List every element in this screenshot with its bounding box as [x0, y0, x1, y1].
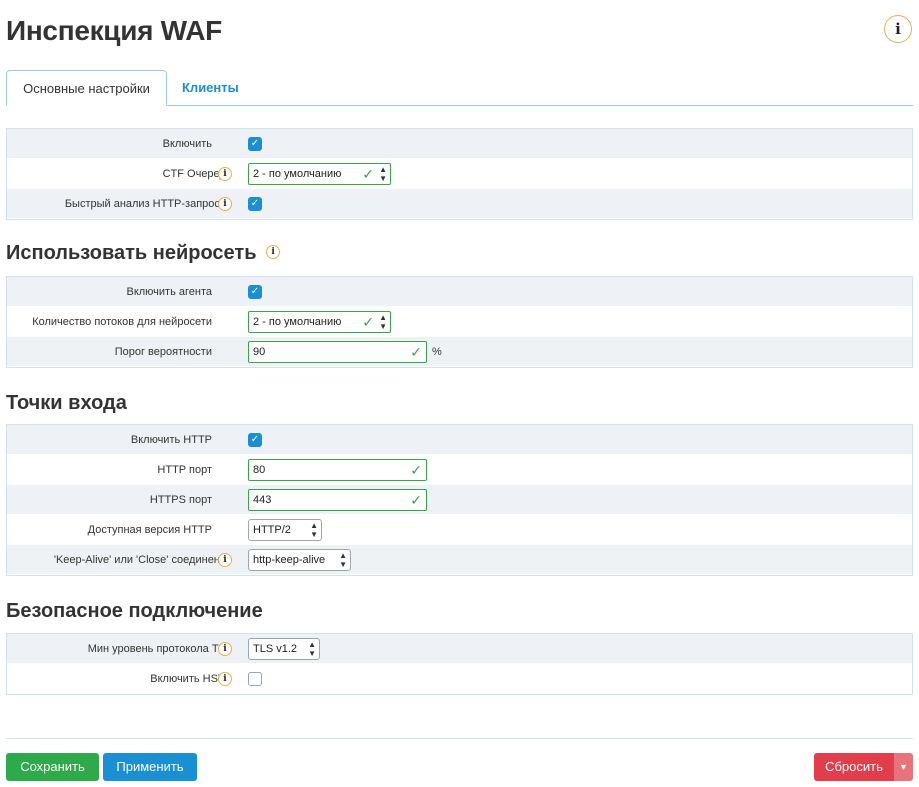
reset-button[interactable]: Сбросить — [814, 753, 894, 781]
ctf-queues-value: 2 - по умолчанию — [253, 168, 342, 180]
ctf-queues-select[interactable]: 2 - по умолчанию ✓ ▲ ▼ — [248, 163, 391, 185]
reset-dropdown-caret-icon[interactable]: ▼ — [894, 753, 913, 781]
tab-bar: Основные настройки Клиенты — [6, 70, 913, 106]
threshold-input[interactable]: 90 ✓ — [248, 341, 427, 363]
updown-icon: ▲ ▼ — [379, 313, 387, 331]
keepalive-select[interactable]: http-keep-alive ▲ ▼ — [248, 549, 351, 571]
secure-section: Мин уровень протокола TLS i TLS v1.2 ▲ ▼ … — [6, 633, 913, 695]
hsts-row: Включить HSTS i — [7, 664, 912, 694]
keepalive-value: http-keep-alive — [253, 554, 326, 566]
enable-label: Включить — [162, 138, 212, 150]
apply-button[interactable]: Применить — [103, 753, 197, 781]
info-icon[interactable]: i — [218, 553, 232, 567]
fast-http-label: Быстрый анализ HTTP-запросов — [64, 198, 232, 210]
info-icon[interactable]: i — [218, 197, 232, 211]
entry-section: Включить HTTP ✓ HTTP порт 80 ✓ HTTPS пор… — [6, 424, 913, 576]
threads-value: 2 - по умолчанию — [253, 316, 342, 328]
tls-value: TLS v1.2 — [253, 643, 298, 655]
updown-icon: ▲ ▼ — [339, 551, 347, 569]
threshold-unit: % — [432, 346, 442, 358]
page-title: Инспекция WAF — [6, 15, 222, 46]
enable-agent-label: Включить агента — [126, 286, 212, 298]
fast-http-checkbox[interactable]: ✓ — [248, 197, 262, 211]
https-port-label: HTTPS порт — [149, 494, 212, 506]
secure-section-title: Безопасное подключение — [6, 600, 263, 622]
enable-http-row: Включить HTTP ✓ — [7, 425, 912, 455]
https-port-row: HTTPS порт 443 ✓ — [7, 485, 912, 515]
neural-section-title: Использовать нейросеть i — [6, 242, 281, 265]
http-port-value: 80 — [253, 464, 266, 476]
https-port-value: 443 — [253, 494, 272, 506]
general-settings-section: Включить ✓ CTF Очереди i 2 - по умолчани… — [6, 128, 913, 220]
tab-clients[interactable]: Клиенты — [168, 70, 253, 106]
keepalive-row: 'Keep-Alive' или 'Close' соединения i ht… — [7, 545, 912, 575]
check-icon: ✓ — [410, 462, 422, 478]
threshold-row: Порог вероятности 90 ✓ % — [7, 337, 912, 367]
http-version-label: Доступная версия HTTP — [87, 524, 212, 536]
http-version-select[interactable]: HTTP/2 ▲ ▼ — [248, 519, 322, 541]
threshold-value: 90 — [253, 346, 266, 358]
tls-select[interactable]: TLS v1.2 ▲ ▼ — [248, 638, 320, 660]
info-icon[interactable]: i — [218, 642, 232, 656]
threshold-label: Порог вероятности — [114, 346, 212, 358]
save-button[interactable]: Сохранить — [6, 753, 99, 781]
enable-row: Включить ✓ — [7, 129, 912, 159]
fast-http-row: Быстрый анализ HTTP-запросов i ✓ — [7, 189, 912, 219]
entry-section-title: Точки входа — [6, 392, 127, 414]
https-port-input[interactable]: 443 ✓ — [248, 489, 427, 511]
tls-row: Мин уровень протокола TLS i TLS v1.2 ▲ ▼ — [7, 634, 912, 664]
check-icon: ✓ — [362, 314, 374, 330]
http-port-label: HTTP порт — [157, 464, 212, 476]
threads-row: Количество потоков для нейросети 2 - по … — [7, 307, 912, 337]
hsts-checkbox[interactable] — [248, 672, 262, 686]
ctf-queues-row: CTF Очереди i 2 - по умолчанию ✓ ▲ ▼ — [7, 159, 912, 189]
info-icon[interactable]: i — [218, 672, 232, 686]
threads-select[interactable]: 2 - по умолчанию ✓ ▲ ▼ — [248, 311, 391, 333]
http-version-value: HTTP/2 — [253, 524, 291, 536]
help-icon[interactable]: i — [884, 15, 912, 43]
info-icon[interactable]: i — [266, 244, 281, 259]
check-icon: ✓ — [410, 344, 422, 360]
check-icon: ✓ — [410, 492, 422, 508]
http-port-input[interactable]: 80 ✓ — [248, 459, 427, 481]
updown-icon: ▲ ▼ — [379, 165, 387, 183]
neural-title-text: Использовать нейросеть — [6, 242, 257, 264]
info-icon[interactable]: i — [218, 167, 232, 181]
threads-label: Количество потоков для нейросети — [32, 316, 212, 328]
tab-main-settings[interactable]: Основные настройки — [6, 70, 167, 106]
enable-agent-row: Включить агента ✓ — [7, 277, 912, 307]
tls-label: Мин уровень протокола TLS — [87, 643, 232, 655]
footer-divider — [6, 738, 913, 739]
neural-section: Включить агента ✓ Количество потоков для… — [6, 276, 913, 368]
keepalive-label: 'Keep-Alive' или 'Close' соединения — [53, 554, 232, 566]
http-port-row: HTTP порт 80 ✓ — [7, 455, 912, 485]
updown-icon: ▲ ▼ — [308, 640, 316, 658]
enable-http-label: Включить HTTP — [130, 434, 212, 446]
http-version-row: Доступная версия HTTP HTTP/2 ▲ ▼ — [7, 515, 912, 545]
updown-icon: ▲ ▼ — [310, 521, 318, 539]
enable-agent-checkbox[interactable]: ✓ — [248, 285, 262, 299]
enable-checkbox[interactable]: ✓ — [248, 137, 262, 151]
enable-http-checkbox[interactable]: ✓ — [248, 433, 262, 447]
check-icon: ✓ — [362, 166, 374, 182]
